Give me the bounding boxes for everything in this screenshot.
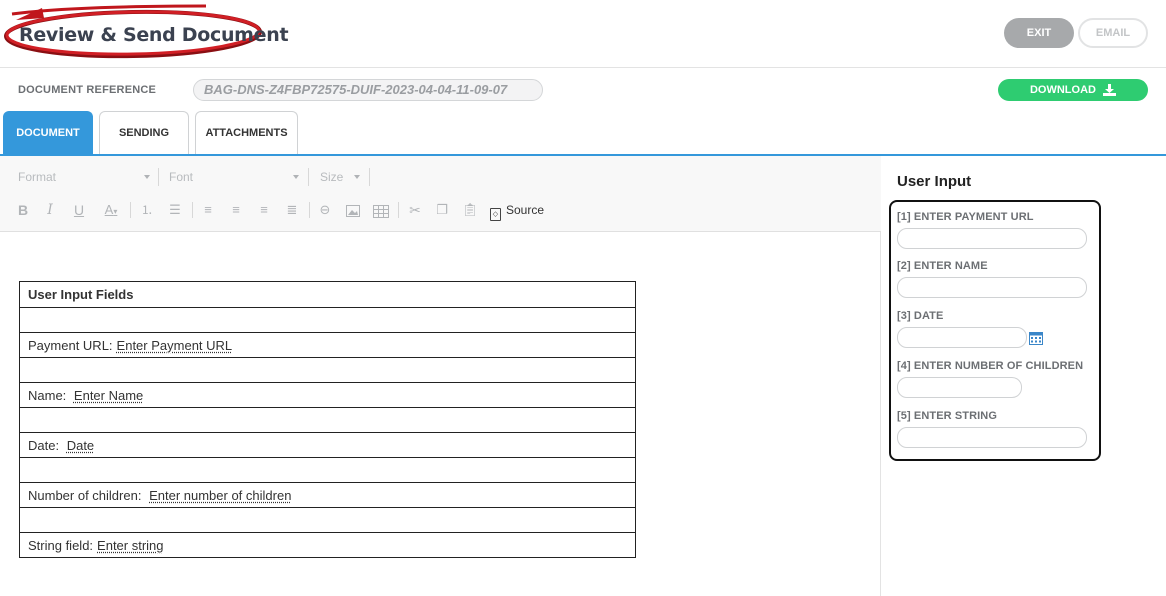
format-dropdown[interactable]: Format — [18, 166, 150, 188]
table-cell: Name: Enter Name — [19, 382, 636, 408]
toolbar-divider — [158, 168, 159, 186]
cut-icon[interactable]: ✂ — [405, 200, 425, 220]
size-dropdown[interactable]: Size — [320, 166, 360, 188]
size-dropdown-label: Size — [320, 170, 344, 184]
font-dropdown[interactable]: Font — [169, 166, 299, 188]
numbered-list-icon[interactable]: ⒈ — [137, 200, 157, 220]
align-center-icon[interactable]: ≡ — [226, 200, 246, 220]
chevron-down-icon — [354, 175, 360, 179]
toolbar-divider — [398, 202, 399, 218]
name-label: [2] ENTER NAME — [897, 260, 988, 272]
image-icon[interactable] — [343, 200, 363, 220]
table-row — [19, 307, 636, 333]
page-title-wrap: Review & Send Document — [2, 4, 289, 60]
bulleted-list-icon[interactable]: ☰ — [165, 200, 185, 220]
document-editor: Format Font Size B I U A▾ ⒈ ☰ ≡ ≡ ≡ ≣ ⊖ — [0, 156, 881, 596]
children-placeholder[interactable]: Enter number of children — [149, 488, 291, 503]
table-row — [19, 357, 636, 383]
paste-icon[interactable]: 📋︎ — [460, 200, 480, 220]
number-of-children-label: [4] ENTER NUMBER OF CHILDREN — [897, 360, 1084, 372]
number-of-children-input[interactable] — [897, 377, 1022, 398]
align-right-icon[interactable]: ≡ — [254, 200, 274, 220]
row-label: Date: — [28, 437, 60, 453]
user-input-fields-table: User Input Fields Payment URL: Enter Paym… — [19, 281, 636, 558]
font-dropdown-label: Font — [169, 170, 194, 184]
header: Review & Send Document EXIT EMAIL — [0, 0, 1166, 68]
toolbar-divider — [192, 202, 193, 218]
chevron-down-icon — [293, 175, 299, 179]
toolbar-divider — [308, 168, 309, 186]
align-left-icon[interactable]: ≡ — [198, 200, 218, 220]
calendar-icon[interactable] — [1028, 330, 1044, 346]
string-input[interactable] — [897, 427, 1087, 448]
underline-icon[interactable]: U — [69, 200, 89, 220]
date-label: [3] DATE — [897, 310, 944, 322]
format-dropdown-label: Format — [18, 170, 57, 184]
table-row — [19, 457, 636, 483]
table-row: Date: Date — [19, 432, 636, 458]
name-placeholder[interactable]: Enter Name — [74, 388, 143, 403]
table-cell: Date: Date — [19, 432, 636, 458]
chevron-down-icon — [144, 175, 150, 179]
download-button[interactable]: DOWNLOAD — [998, 79, 1148, 101]
justify-icon[interactable]: ≣ — [282, 200, 302, 220]
row-label: Number of children: — [28, 487, 142, 503]
table-row: User Input Fields — [19, 281, 636, 308]
table-header-cell: User Input Fields — [19, 281, 636, 308]
source-button[interactable]: ◇ Source — [490, 200, 545, 221]
source-icon: ◇ — [490, 208, 501, 221]
download-label: DOWNLOAD — [1029, 84, 1096, 96]
payment-url-input[interactable] — [897, 228, 1087, 249]
table-row: Number of children: Enter number of chil… — [19, 482, 636, 508]
table-cell: Payment URL: Enter Payment URL — [19, 332, 636, 358]
tab-sending[interactable]: SENDING — [99, 111, 189, 155]
toolbar-divider — [130, 202, 131, 218]
document-reference-field[interactable]: BAG-DNS-Z4FBP72575-DUIF-2023-04-04-11-09… — [193, 79, 543, 101]
tab-document[interactable]: DOCUMENT — [3, 111, 93, 155]
document-reference-label: DOCUMENT REFERENCE — [18, 84, 157, 96]
string-label: [5] ENTER STRING — [897, 410, 997, 422]
row-label: Payment URL: — [28, 337, 113, 353]
link-icon[interactable]: ⊖ — [315, 200, 335, 220]
table-icon[interactable] — [371, 200, 391, 220]
table-cell: Number of children: Enter number of chil… — [19, 482, 636, 508]
user-input-title: User Input — [897, 173, 972, 190]
table-row — [19, 507, 636, 533]
date-placeholder[interactable]: Date — [67, 438, 94, 453]
text-color-icon[interactable]: A▾ — [98, 200, 124, 220]
table-row: Payment URL: Enter Payment URL — [19, 332, 636, 358]
date-input[interactable] — [897, 327, 1027, 348]
table-cell-empty — [19, 457, 636, 483]
page-title: Review & Send Document — [19, 24, 289, 46]
name-input[interactable] — [897, 277, 1087, 298]
row-label: String field: — [28, 537, 94, 553]
table-cell: String field: Enter string — [19, 532, 636, 558]
row-label: Name: — [28, 387, 67, 403]
toolbar-divider — [309, 202, 310, 218]
copy-icon[interactable]: ❐ — [432, 200, 452, 220]
table-cell-empty — [19, 307, 636, 333]
exit-button[interactable]: EXIT — [1004, 18, 1074, 48]
download-icon — [1103, 84, 1117, 97]
table-row — [19, 407, 636, 433]
bold-icon[interactable]: B — [13, 200, 33, 220]
editor-toolbar: Format Font Size B I U A▾ ⒈ ☰ ≡ ≡ ≡ ≣ ⊖ — [0, 156, 881, 232]
table-row: Name: Enter Name — [19, 382, 636, 408]
string-placeholder[interactable]: Enter string — [97, 538, 163, 553]
payment-url-placeholder[interactable]: Enter Payment URL — [117, 338, 233, 353]
table-cell-empty — [19, 507, 636, 533]
toolbar-divider — [369, 168, 370, 186]
email-button[interactable]: EMAIL — [1078, 18, 1148, 48]
italic-icon[interactable]: I — [40, 200, 60, 220]
payment-url-label: [1] ENTER PAYMENT URL — [897, 211, 1034, 223]
tab-attachments[interactable]: ATTACHMENTS — [195, 111, 298, 155]
table-row: String field: Enter string — [19, 532, 636, 558]
table-cell-empty — [19, 407, 636, 433]
source-label: Source — [506, 203, 545, 217]
table-cell-empty — [19, 357, 636, 383]
